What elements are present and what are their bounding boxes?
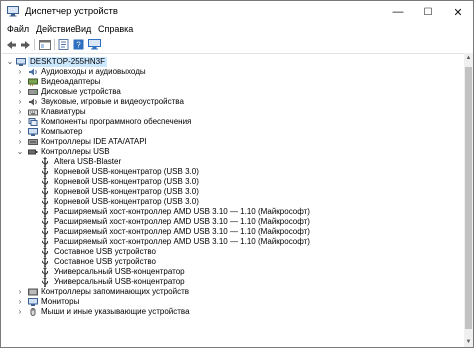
chevron-right-icon[interactable]: ›: [16, 87, 24, 97]
menu-action[interactable]: Действие: [36, 23, 76, 36]
audio-io-icon: [29, 68, 37, 76]
keyboard-icon: [28, 109, 38, 116]
chevron-right-icon[interactable]: ›: [16, 77, 24, 87]
forward-icon[interactable]: [19, 38, 32, 51]
category-label: Мыши и иные указывающие устройства: [41, 307, 190, 316]
sound-device-icon: [29, 98, 37, 106]
usb-device-label: Составное USB устройство: [54, 257, 156, 266]
disk-drive-icon: [28, 89, 38, 95]
chevron-right-icon[interactable]: ›: [16, 97, 24, 107]
toolbar-separator: [54, 39, 55, 50]
maximize-button[interactable]: ☐: [413, 1, 443, 23]
category-label: Контроллеры запоминающих устройств: [41, 287, 189, 296]
storage-controller-icon: [28, 288, 38, 296]
minimize-button[interactable]: —: [383, 1, 413, 23]
category-label: Звуковые, игровые и видеоустройства: [41, 97, 184, 106]
usb-device-label: Универсальный USB-концентратор: [54, 267, 185, 276]
computer-name-label: DESKTOP-255HN3F: [28, 57, 107, 67]
back-icon[interactable]: [5, 38, 18, 51]
computer-icon: [28, 128, 38, 136]
category-label: Компоненты программного обеспечения: [41, 117, 192, 126]
usb-device-label: Корневой USB-концентратор (USB 3.0): [54, 197, 199, 206]
chevron-right-icon[interactable]: ›: [16, 127, 24, 137]
chevron-right-icon[interactable]: ›: [16, 287, 24, 297]
usb-controller-icon: [28, 149, 38, 155]
chevron-right-icon[interactable]: ›: [16, 107, 24, 117]
usb-device-label: Расширяемый хост-контроллер AMD USB 3.10…: [54, 237, 310, 246]
close-button[interactable]: ✕: [443, 1, 473, 23]
device-manager-window: Диспетчер устройств — ☐ ✕ Файл Действие …: [0, 0, 474, 348]
chevron-down-icon[interactable]: ⌄: [6, 57, 14, 67]
usb-device-label: Корневой USB-концентратор (USB 3.0): [54, 187, 199, 196]
category-label: Компьютер: [41, 127, 83, 136]
device-manager-icon: [7, 6, 19, 17]
chevron-down-icon[interactable]: ⌄: [16, 147, 24, 157]
software-component-icon: [28, 118, 38, 126]
usb-device-label: Корневой USB-концентратор (USB 3.0): [54, 177, 199, 186]
chevron-right-icon[interactable]: ›: [16, 137, 24, 147]
title-bar[interactable]: Диспетчер устройств — ☐ ✕: [1, 1, 473, 23]
chevron-right-icon[interactable]: ›: [16, 297, 24, 307]
category-label: Клавиатуры: [41, 107, 86, 116]
category-label: Дисковые устройства: [41, 87, 121, 96]
usb-device-label: Универсальный USB-концентратор: [54, 277, 185, 286]
toolbar-separator: [34, 39, 35, 50]
usb-device-label: Altera USB-Blaster: [54, 157, 122, 166]
toolbar: ?: [1, 37, 473, 53]
scroll-down-icon[interactable]: ▼: [464, 337, 473, 347]
menu-view[interactable]: Вид: [75, 23, 91, 36]
mouse-icon: [30, 308, 36, 316]
menu-file[interactable]: Файл: [7, 23, 29, 36]
display-adapter-icon: [28, 78, 38, 86]
chevron-right-icon[interactable]: ›: [16, 67, 24, 77]
category-label: Мониторы: [41, 297, 80, 306]
properties-icon[interactable]: [57, 38, 70, 51]
category-label: Контроллеры USB: [41, 147, 110, 156]
show-hide-tree-icon[interactable]: [38, 38, 51, 51]
usb-device-label: Корневой USB-концентратор (USB 3.0): [54, 167, 199, 176]
scrollbar-thumb[interactable]: [465, 67, 472, 329]
chevron-right-icon[interactable]: ›: [16, 307, 24, 317]
chevron-right-icon[interactable]: ›: [16, 117, 24, 127]
category-label: Видеоадаптеры: [41, 77, 101, 86]
category-label: Контроллеры IDE ATA/ATAPI: [41, 137, 147, 146]
usb-device-label: Расширяемый хост-контроллер AMD USB 3.10…: [54, 217, 310, 226]
help-icon[interactable]: ?: [72, 38, 85, 51]
svg-text:?: ?: [76, 41, 81, 50]
ide-controller-icon: [28, 139, 38, 145]
menu-help[interactable]: Справка: [98, 23, 133, 36]
device-tree: ⌄ DESKTOP-255HN3F › Аудиовходы и аудиовы…: [2, 53, 464, 348]
computer-icon: [16, 58, 26, 66]
category-label: Аудиовходы и аудиовыходы: [41, 67, 146, 76]
window-title: Диспетчер устройств: [25, 6, 118, 17]
usb-device-label: Составное USB устройство: [54, 247, 156, 256]
monitor-icon: [28, 298, 38, 306]
menu-bar: Файл Действие Вид Справка: [1, 23, 473, 36]
scan-hardware-icon[interactable]: [88, 38, 101, 51]
usb-device-label: Расширяемый хост-контроллер AMD USB 3.10…: [54, 227, 310, 236]
vertical-scrollbar[interactable]: ▲ ▼: [464, 53, 473, 347]
usb-device-label: Расширяемый хост-контроллер AMD USB 3.10…: [54, 207, 310, 216]
scroll-up-icon[interactable]: ▲: [464, 53, 473, 63]
